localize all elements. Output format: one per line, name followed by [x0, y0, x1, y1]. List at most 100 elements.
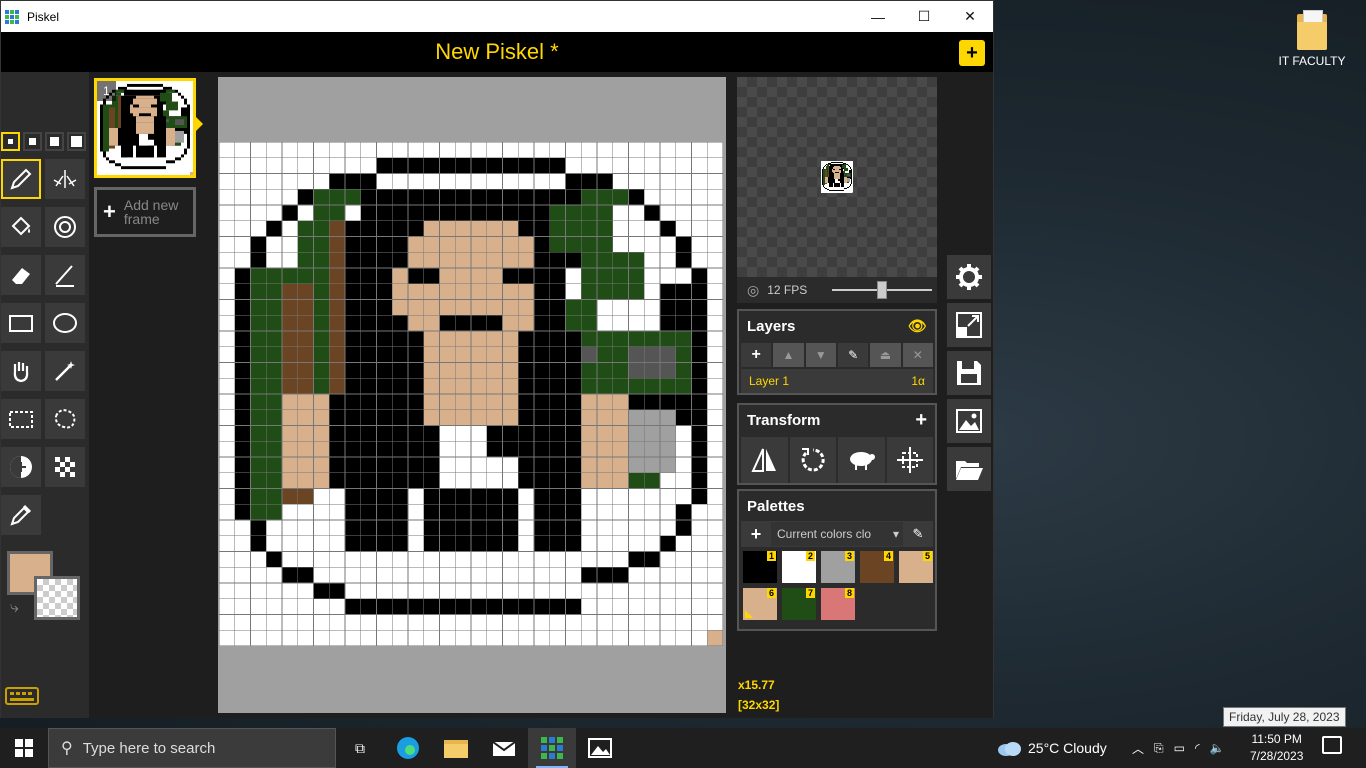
minimize-button[interactable]: — [855, 1, 901, 32]
circle-icon [53, 313, 77, 333]
pixel-canvas[interactable] [219, 142, 723, 646]
frame-thumbnail[interactable]: 1 [94, 78, 196, 178]
resize-button[interactable] [947, 303, 991, 347]
clone-button[interactable] [838, 437, 885, 483]
pen-size-2[interactable] [23, 132, 42, 151]
open-button[interactable] [947, 447, 991, 491]
move-layer-down-button[interactable]: ▼ [805, 343, 836, 367]
flip-icon [751, 448, 777, 472]
search-placeholder: Type here to search [82, 739, 216, 757]
palette-swatch[interactable]: 4 [860, 551, 894, 583]
merge-layer-button[interactable]: ⏏ [870, 343, 901, 367]
task-view-button[interactable]: ⧉ [336, 728, 384, 768]
meet-icon[interactable]: ⎘ [1154, 741, 1164, 756]
magic-wand-icon [55, 361, 75, 381]
paint-same-color-tool[interactable] [45, 207, 85, 247]
cloud-icon [998, 742, 1021, 756]
color-picker-tool[interactable] [1, 495, 41, 535]
layer-tools: + ▲ ▼ ✎ ⏏ ✕ [739, 341, 935, 369]
eraser-tool[interactable] [1, 255, 41, 295]
add-palette-button[interactable]: + [741, 524, 771, 545]
vertical-mirror-pen-tool[interactable] [45, 159, 85, 199]
pen-size-3[interactable] [45, 132, 64, 151]
rectangle-tool[interactable] [1, 303, 41, 343]
shape-selection-tool[interactable] [45, 351, 85, 391]
palette-swatch[interactable]: 2 [782, 551, 816, 583]
stroke-tool[interactable] [45, 255, 85, 295]
keyboard-shortcuts-icon[interactable] [5, 687, 39, 705]
start-button[interactable] [0, 728, 48, 768]
palette-swatch[interactable]: 5 [899, 551, 933, 583]
fps-label: 12 FPS [767, 283, 808, 297]
app-header: New Piskel * + [1, 32, 993, 72]
eye-icon[interactable]: 👁 [908, 317, 927, 335]
tools-panel: ⤷ [1, 72, 89, 718]
palette-select[interactable]: Current colors clo ▾ [771, 522, 903, 546]
move-tool[interactable] [1, 351, 41, 391]
clock[interactable]: 11:50 PM 7/28/2023 [1250, 731, 1303, 765]
piskel-taskbar-button[interactable] [528, 728, 576, 768]
transform-title: Transform [747, 412, 821, 429]
palette-swatch[interactable]: 6 [743, 588, 777, 620]
edit-palette-button[interactable]: ✎ [903, 526, 933, 542]
palette-swatch[interactable]: 8 [821, 588, 855, 620]
center-button[interactable] [886, 437, 933, 483]
rotate-button[interactable] [789, 437, 836, 483]
palette-selected-label: Current colors clo [777, 527, 872, 541]
taskbar-search-input[interactable]: ⚲ Type here to search [48, 728, 336, 768]
file-explorer-taskbar-button[interactable] [432, 728, 480, 768]
fps-slider-handle[interactable] [877, 281, 887, 299]
weather-widget[interactable]: 25°C Cloudy [996, 728, 1107, 768]
move-layer-up-button[interactable]: ▲ [773, 343, 804, 367]
photos-taskbar-button[interactable] [576, 728, 624, 768]
edge-taskbar-button[interactable] [384, 728, 432, 768]
frame-number: 1 [97, 81, 116, 101]
palette-swatch[interactable]: 7 [782, 588, 816, 620]
volume-icon[interactable]: 🔈 [1210, 741, 1225, 755]
circle-tool[interactable] [45, 303, 85, 343]
floppy-disk-icon [957, 361, 981, 385]
notification-icon[interactable] [1322, 736, 1342, 754]
mail-taskbar-button[interactable] [480, 728, 528, 768]
lighten-icon [10, 456, 32, 478]
secondary-color-swatch[interactable] [34, 576, 80, 620]
swap-colors-icon[interactable]: ⤷ [10, 599, 19, 617]
flip-button[interactable] [741, 437, 788, 483]
save-button[interactable] [947, 351, 991, 395]
pen-size-4[interactable] [67, 132, 86, 151]
rotate-icon [801, 448, 825, 472]
wifi-icon[interactable]: ◜ [1195, 741, 1200, 755]
chevron-up-icon[interactable]: ︿ [1132, 740, 1144, 757]
battery-icon[interactable]: ▭ [1174, 741, 1185, 755]
pen-size-1[interactable] [1, 132, 20, 151]
swatch-number: 8 [844, 588, 854, 598]
delete-layer-button[interactable]: ✕ [902, 343, 933, 367]
piskel-title[interactable]: New Piskel * [1, 39, 993, 65]
add-layer-button[interactable]: + [741, 343, 772, 367]
layer-item[interactable]: Layer 1 1α [741, 369, 933, 393]
layer-opacity: 1α [911, 374, 925, 388]
lighten-tool[interactable] [1, 447, 41, 487]
onion-skin-icon[interactable]: ◎ [747, 282, 759, 299]
close-icon: ✕ [912, 348, 923, 362]
new-piskel-button[interactable]: + [959, 40, 985, 66]
export-button[interactable] [947, 399, 991, 443]
settings-button[interactable] [947, 255, 991, 299]
folder-open-icon [956, 461, 983, 480]
bucket-icon [11, 216, 31, 236]
preview-image [821, 161, 853, 193]
rectangle-selection-tool[interactable] [1, 399, 41, 439]
close-button[interactable]: ✕ [947, 1, 993, 32]
lasso-selection-tool[interactable] [45, 399, 85, 439]
palette-swatch[interactable]: 1 [743, 551, 777, 583]
add-new-frame-button[interactable]: + Add new frame [94, 187, 196, 237]
desktop-folder-it-faculty[interactable]: IT FACULTY [1276, 8, 1348, 78]
layer-name: Layer 1 [749, 374, 790, 388]
edit-layer-button[interactable]: ✎ [837, 343, 869, 367]
paint-bucket-tool[interactable] [1, 207, 41, 247]
dithering-tool[interactable] [45, 447, 85, 487]
pen-tool[interactable] [1, 159, 41, 199]
palette-swatch[interactable]: 3 [821, 551, 855, 583]
plus-icon[interactable]: + [915, 409, 927, 432]
maximize-button[interactable]: ☐ [901, 1, 947, 32]
